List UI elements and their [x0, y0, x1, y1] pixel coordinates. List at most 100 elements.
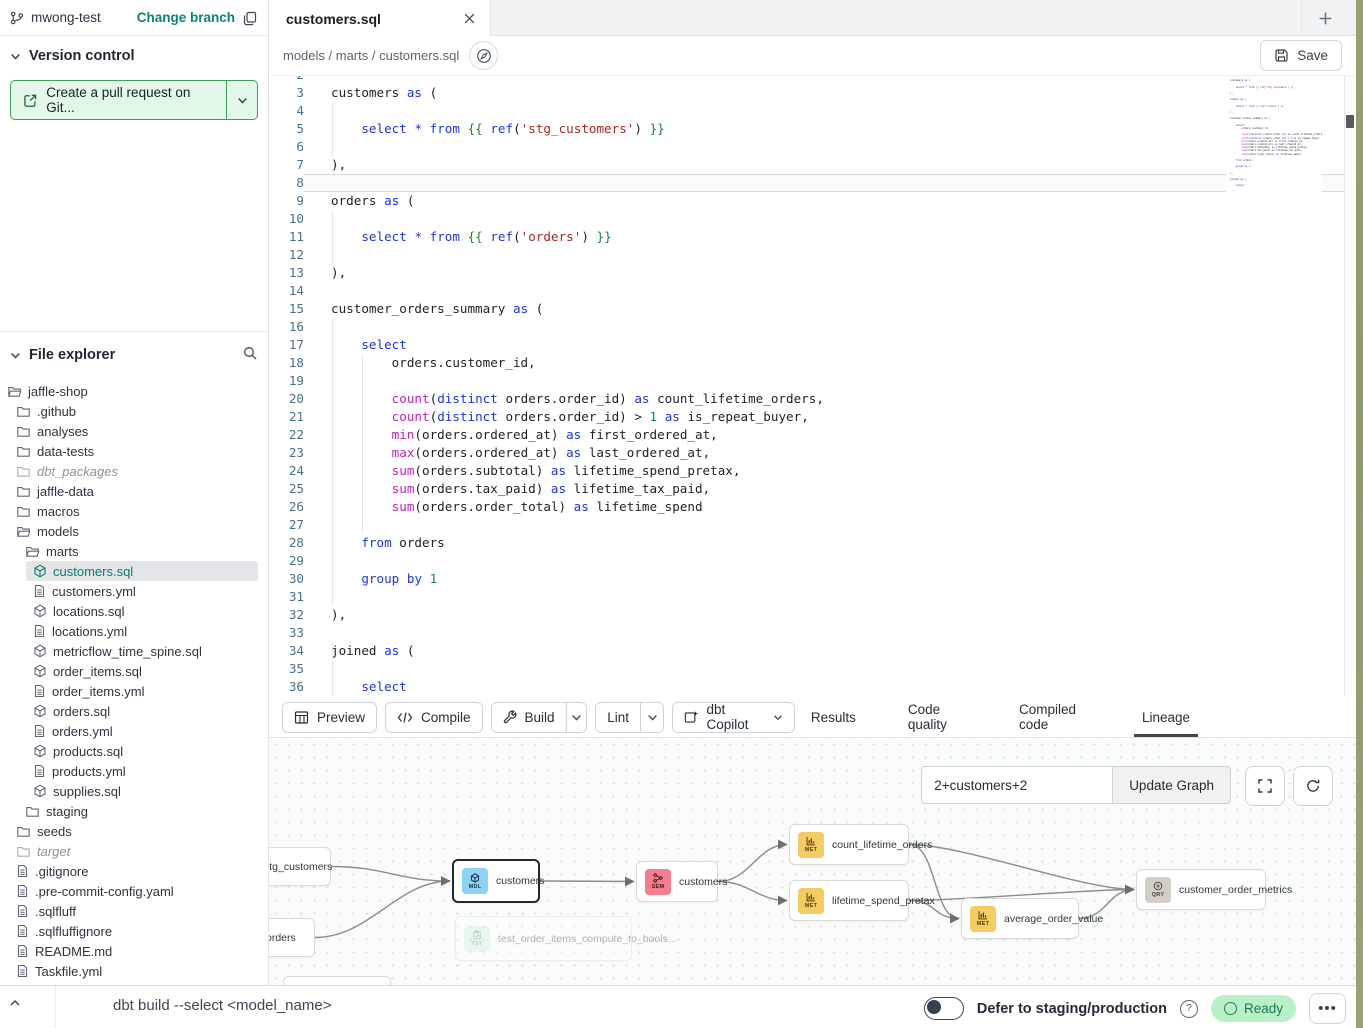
- lineage-node-sem[interactable]: SEMcustomers: [636, 861, 718, 902]
- tree-item-marts[interactable]: marts: [0, 541, 268, 561]
- tree-item--sqlfluffignore[interactable]: .sqlfluffignore: [0, 921, 268, 941]
- close-icon[interactable]: [463, 12, 476, 25]
- compile-button[interactable]: Compile: [385, 702, 483, 733]
- lineage-node-stg[interactable]: MDLstg_customers: [269, 847, 331, 886]
- defer-toggle[interactable]: [924, 997, 964, 1020]
- tree-item--sqlfluff[interactable]: .sqlfluff: [0, 901, 268, 921]
- preview-button[interactable]: Preview: [282, 702, 377, 733]
- compass-icon[interactable]: [469, 41, 498, 70]
- model-icon: [33, 604, 47, 618]
- tree-item-macros[interactable]: macros: [0, 501, 268, 521]
- tree-item-products-sql[interactable]: products.sql: [0, 741, 268, 761]
- tree-item-label: orders.sql: [53, 704, 110, 719]
- tree-item-locations-yml[interactable]: locations.yml: [0, 621, 268, 641]
- lineage-node-lsp[interactable]: METlifetime_spend_pretax: [789, 880, 909, 921]
- lineage-node-ord[interactable]: MDLorders: [269, 918, 315, 957]
- tree-item-label: customers.sql: [53, 564, 133, 579]
- folder-open-icon: [25, 544, 40, 559]
- copy-icon[interactable]: [242, 10, 258, 26]
- save-button[interactable]: Save: [1260, 40, 1342, 71]
- tree-item-customers-sql[interactable]: customers.sql: [26, 561, 258, 581]
- tree-item-order-items-sql[interactable]: order_items.sql: [0, 661, 268, 681]
- editor-scrollbar[interactable]: [1344, 76, 1356, 696]
- lint-dropdown[interactable]: [640, 703, 663, 732]
- create-pull-request-button[interactable]: Create a pull request on Git...: [10, 80, 258, 120]
- lineage-selector-input[interactable]: [921, 766, 1112, 804]
- minimap[interactable]: customers as ( select * from {{ ref('stg…: [1226, 76, 1322, 226]
- collapse-chevron-icon[interactable]: [8, 996, 22, 1014]
- lineage-node-com[interactable]: QRYcustomer_order_metrics: [1136, 869, 1266, 910]
- code-line-32: 32),: [269, 606, 1356, 624]
- sidebar: mwong-test Change branch Version control…: [0, 0, 269, 985]
- copilot-icon: [684, 710, 698, 725]
- tree-item-analyses[interactable]: analyses: [0, 421, 268, 441]
- lint-label: Lint: [607, 710, 629, 725]
- met-badge-icon: MET: [798, 888, 824, 914]
- tree-item-locations-sql[interactable]: locations.sql: [0, 601, 268, 621]
- tab-lineage[interactable]: Lineage: [1134, 697, 1198, 737]
- lineage-node-avg[interactable]: METaverage_order_value: [961, 898, 1079, 939]
- tree-item--gitignore[interactable]: .gitignore: [0, 861, 268, 881]
- line-number: 28: [269, 534, 304, 552]
- tree-item-jaffle-shop[interactable]: jaffle-shop: [0, 381, 268, 401]
- code-line-26: 26 sum(orders.order_total) as lifetime_s…: [269, 498, 1356, 516]
- tree-item-order-items-yml[interactable]: order_items.yml: [0, 681, 268, 701]
- tree-item--github[interactable]: .github: [0, 401, 268, 421]
- command-input[interactable]: dbt build --select <model_name>: [113, 997, 331, 1014]
- lineage-node-clo[interactable]: METcount_lifetime_orders: [789, 824, 909, 865]
- tree-item-README-md[interactable]: README.md: [0, 941, 268, 961]
- tab-bar: customers.sql: [269, 0, 1356, 36]
- lineage-panel[interactable]: MDLstg_customers MDLorders MDLcustomers TST…: [269, 737, 1356, 986]
- scrollbar-thumb[interactable]: [1346, 115, 1354, 128]
- tree-item-Taskfile-yml[interactable]: Taskfile.yml: [0, 961, 268, 981]
- lineage-node-mdl[interactable]: MDLcustomers: [452, 859, 540, 903]
- tree-item-target[interactable]: target: [0, 841, 268, 861]
- change-branch-link[interactable]: Change branch: [137, 10, 235, 25]
- editor-toolbar: Preview Compile Build Lint: [269, 697, 1356, 737]
- qry-badge-icon: QRY: [1145, 877, 1171, 903]
- help-icon[interactable]: ?: [1180, 1000, 1198, 1018]
- tree-item-staging[interactable]: staging: [0, 801, 268, 821]
- tab-code-quality[interactable]: Code quality: [900, 697, 975, 737]
- folder-icon: [16, 824, 31, 839]
- update-graph-button[interactable]: Update Graph: [1112, 766, 1231, 804]
- tree-item-label: .github: [37, 404, 76, 419]
- tree-item-dbt-packages[interactable]: dbt_packages: [0, 461, 268, 481]
- line-number: 24: [269, 462, 304, 480]
- fullscreen-button[interactable]: [1245, 766, 1285, 806]
- tree-item-orders-yml[interactable]: orders.yml: [0, 721, 268, 741]
- tab-customers-sql[interactable]: customers.sql: [269, 0, 491, 37]
- line-number: 19: [269, 372, 304, 390]
- tree-item-customers-yml[interactable]: customers.yml: [0, 581, 268, 601]
- refresh-button[interactable]: [1293, 766, 1333, 806]
- pr-button-dropdown[interactable]: [227, 81, 257, 119]
- tree-item-data-tests[interactable]: data-tests: [0, 441, 268, 461]
- build-button[interactable]: Build: [492, 703, 566, 732]
- tree-item-products-yml[interactable]: products.yml: [0, 761, 268, 781]
- file-explorer-header[interactable]: File explorer: [0, 332, 268, 373]
- build-dropdown[interactable]: [566, 703, 587, 732]
- code-editor[interactable]: 23customers as (45 select * from {{ ref(…: [269, 76, 1356, 696]
- plus-icon: [1318, 11, 1333, 26]
- lint-button[interactable]: Lint: [596, 703, 640, 732]
- command-bar: dbt build --select <model_name> Defer to…: [0, 985, 1356, 1028]
- new-tab-button[interactable]: [1301, 0, 1348, 36]
- dbt-copilot-button[interactable]: dbt Copilot: [672, 702, 795, 733]
- lineage-node-tst[interactable]: TSTtest_order_items_compute_to_bools...: [455, 916, 632, 961]
- code-line-9: 9orders as (: [269, 192, 1356, 210]
- tree-item-metricflow-time-spine-sql[interactable]: metricflow_time_spine.sql: [0, 641, 268, 661]
- line-number: 2: [269, 76, 304, 84]
- tree-item-jaffle-data[interactable]: jaffle-data: [0, 481, 268, 501]
- tree-item--pre-commit-config-yaml[interactable]: .pre-commit-config.yaml: [0, 881, 268, 901]
- search-icon[interactable]: [242, 345, 258, 365]
- tree-item-models[interactable]: models: [0, 521, 268, 541]
- tree-item-orders-sql[interactable]: orders.sql: [0, 701, 268, 721]
- code-line-29: 29: [269, 552, 1356, 570]
- code-line-36: 36 select: [269, 678, 1356, 696]
- version-control-header[interactable]: Version control: [10, 48, 258, 64]
- tree-item-supplies-sql[interactable]: supplies.sql: [0, 781, 268, 801]
- more-options-button[interactable]: •••: [1309, 993, 1346, 1024]
- tree-item-seeds[interactable]: seeds: [0, 821, 268, 841]
- tab-results[interactable]: Results: [803, 697, 864, 737]
- tab-compiled-code[interactable]: Compiled code: [1011, 697, 1098, 737]
